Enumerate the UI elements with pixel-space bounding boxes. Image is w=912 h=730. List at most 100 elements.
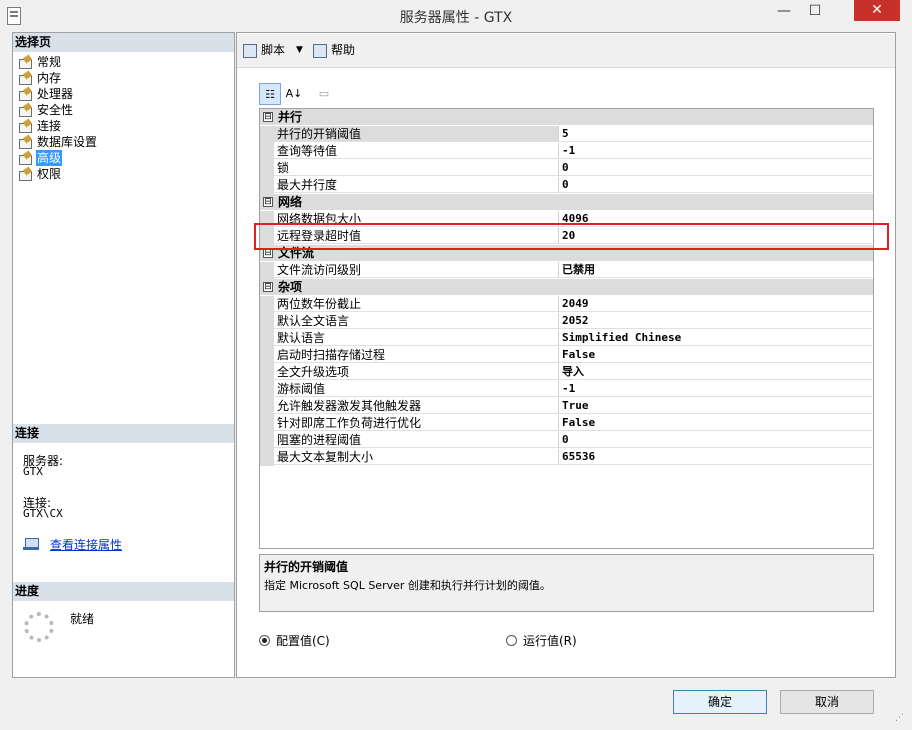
category-row[interactable]: ⊟ 杂项 [260, 279, 873, 295]
page-item[interactable]: 数据库设置 [18, 134, 98, 150]
description-panel: 并行的开销阈值 指定 Microsoft SQL Server 创建和执行并行计… [259, 554, 874, 612]
property-name: 最大文本复制大小 [274, 449, 559, 465]
property-row[interactable]: 最大并行度 0 [260, 177, 873, 194]
property-value[interactable]: 2049 [559, 296, 872, 312]
page-item[interactable]: 高级 [18, 150, 63, 166]
help-label: 帮助 [331, 43, 356, 57]
script-label: 脚本 [261, 43, 286, 57]
property-value[interactable]: 5 [559, 126, 872, 142]
description-title: 并行的开销阈值 [264, 560, 349, 574]
property-value[interactable]: 导入 [559, 364, 872, 380]
property-value[interactable]: -1 [559, 381, 872, 397]
running-value-label: 运行值(R) [523, 634, 577, 648]
property-value[interactable]: Simplified Chinese [559, 330, 872, 346]
property-row[interactable]: 启动时扫描存储过程 False [260, 347, 873, 364]
view-connection-properties-link[interactable]: 查看连接属性 [50, 536, 122, 553]
script-dropdown-arrow[interactable]: ▼ [296, 41, 303, 59]
row-gutter [260, 415, 274, 432]
property-row[interactable]: 全文升级选项 导入 [260, 364, 873, 381]
property-value[interactable]: 65536 [559, 449, 872, 465]
property-row[interactable]: 最大文本复制大小 65536 [260, 449, 873, 466]
page-label: 安全性 [37, 103, 74, 117]
property-row[interactable]: 针对即席工作负荷进行优化 False [260, 415, 873, 432]
row-gutter [260, 398, 274, 415]
page-item[interactable]: 连接 [18, 118, 62, 134]
title-bar[interactable]: 服务器属性 - GTX — ☐ ✕ [0, 0, 912, 32]
close-button[interactable]: ✕ [854, 0, 900, 21]
collapse-toggle-icon[interactable]: ⊟ [263, 282, 273, 292]
running-value-radio[interactable]: 运行值(R) [506, 633, 577, 649]
property-row[interactable]: 允许触发器激发其他触发器 True [260, 398, 873, 415]
property-row[interactable]: 文件流访问级别 已禁用 [260, 262, 873, 279]
help-button[interactable]: 帮助 [313, 41, 355, 59]
category-row[interactable]: ⊟ 网络 [260, 194, 873, 210]
property-row[interactable]: 阻塞的进程阈值 0 [260, 432, 873, 449]
property-row[interactable]: 默认语言 Simplified Chinese [260, 330, 873, 347]
property-grid: ⊟ 并行 并行的开销阈值 5 查询等待值 -1 锁 0 最大并行度 0 ⊟ 网络 网络数据包大小 4096… [259, 108, 874, 549]
property-value[interactable]: False [559, 347, 872, 363]
row-gutter [260, 262, 274, 279]
collapse-toggle-icon[interactable]: ⊟ [263, 112, 273, 122]
property-value[interactable]: True [559, 398, 872, 414]
script-button[interactable]: 脚本 [243, 41, 285, 59]
description-text: 指定 Microsoft SQL Server 创建和执行并行计划的阈值。 [264, 579, 551, 592]
page-item[interactable]: 权限 [18, 166, 62, 182]
property-row[interactable]: 锁0 [260, 160, 873, 177]
page-item[interactable]: 常规 [18, 54, 62, 70]
page-label: 数据库设置 [37, 135, 98, 149]
page-label: 内存 [37, 71, 62, 85]
property-pages-button[interactable]: ▭ [313, 83, 335, 105]
connection-header: 连接 [13, 424, 234, 443]
page-label: 常规 [37, 55, 62, 69]
collapse-toggle-icon[interactable]: ⊟ [263, 197, 273, 207]
configured-value-label: 配置值(C) [276, 634, 330, 648]
property-name: 文件流访问级别 [274, 262, 559, 278]
property-value[interactable]: 2052 [559, 313, 872, 329]
property-name: 阻塞的进程阈值 [274, 432, 559, 448]
page-icon [18, 168, 32, 181]
property-row[interactable]: 游标阈值 -1 [260, 381, 873, 398]
page-icon [18, 152, 32, 165]
minimize-button[interactable]: — [771, 0, 797, 22]
property-name: 锁 [274, 160, 559, 176]
property-name: 针对即席工作负荷进行优化 [274, 415, 559, 431]
property-value[interactable]: 0 [559, 432, 872, 448]
connection-value: GTX\CX [23, 507, 63, 520]
annotation-highlight-box [254, 223, 889, 250]
resize-grip-icon[interactable]: ⋰ [895, 713, 907, 725]
page-icon [18, 136, 32, 149]
property-value[interactable]: 已禁用 [559, 262, 872, 278]
page-item[interactable]: 处理器 [18, 86, 74, 102]
property-value[interactable]: False [559, 415, 872, 431]
ok-button[interactable]: 确定 [673, 690, 767, 714]
row-gutter [260, 177, 274, 194]
property-row[interactable]: 查询等待值 -1 [260, 143, 873, 160]
property-row[interactable]: 两位数年份截止 2049 [260, 296, 873, 313]
maximize-button[interactable]: ☐ [802, 0, 828, 22]
page-item[interactable]: 安全性 [18, 102, 74, 118]
page-icon [18, 56, 32, 69]
cancel-button[interactable]: 取消 [780, 690, 874, 714]
row-gutter [260, 160, 274, 177]
page-label: 处理器 [37, 87, 74, 101]
categorized-view-button[interactable]: ☷ [259, 83, 281, 105]
category-label: 网络 [278, 195, 303, 209]
page-icon [18, 104, 32, 117]
property-name: 允许触发器激发其他触发器 [274, 398, 559, 414]
page-icon [18, 120, 32, 133]
property-name: 最大并行度 [274, 177, 559, 193]
row-gutter [260, 296, 274, 313]
configured-value-radio[interactable]: 配置值(C) [259, 633, 330, 649]
page-label: 连接 [37, 119, 62, 133]
script-icon [243, 43, 257, 58]
property-name: 并行的开销阈值 [274, 126, 559, 142]
property-value[interactable]: 0 [559, 177, 872, 193]
property-value[interactable]: 0 [559, 160, 872, 176]
property-value[interactable]: -1 [559, 143, 872, 159]
page-item[interactable]: 内存 [18, 70, 62, 86]
alphabetical-sort-button[interactable]: A↓ [283, 83, 305, 105]
progress-spinner-icon [24, 612, 54, 642]
property-row[interactable]: 默认全文语言 2052 [260, 313, 873, 330]
category-row[interactable]: ⊟ 并行 [260, 109, 873, 125]
property-row[interactable]: 并行的开销阈值 5 [260, 126, 873, 143]
